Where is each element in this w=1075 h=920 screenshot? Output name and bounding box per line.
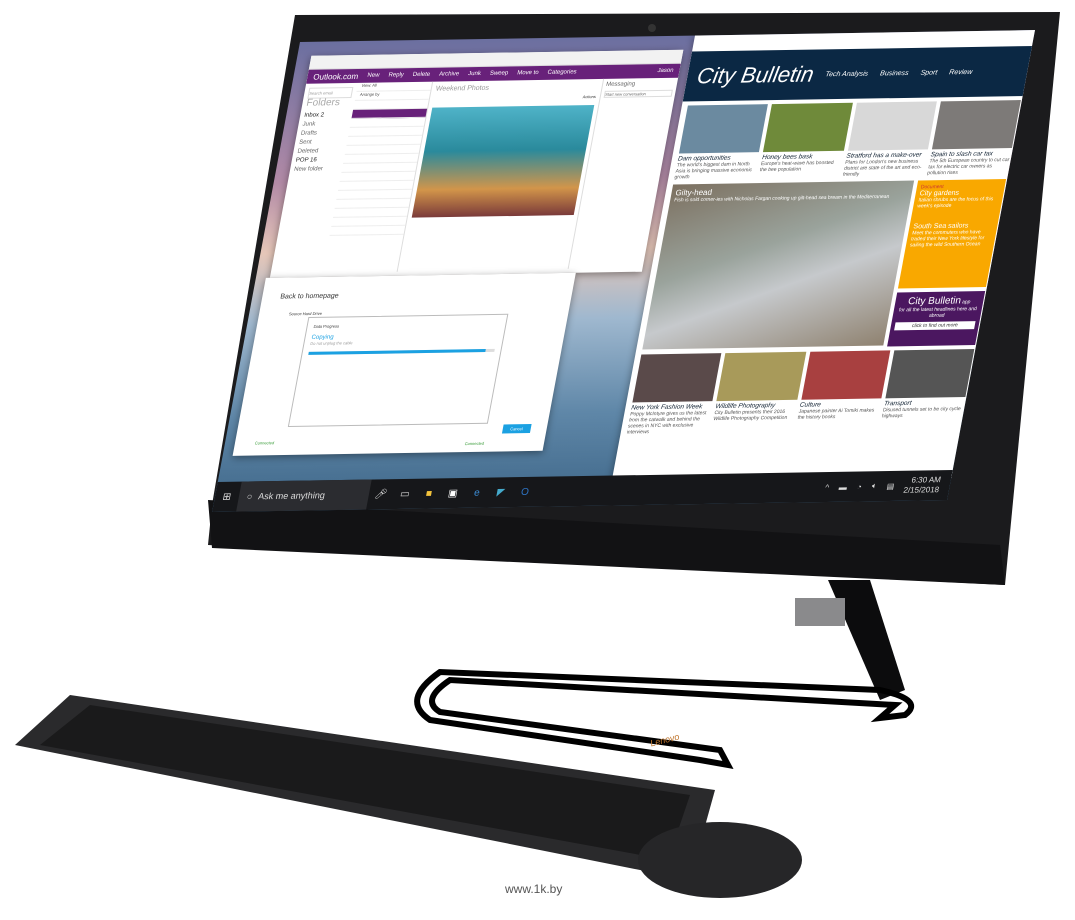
festival-photo (411, 104, 595, 218)
nav-business[interactable]: Business (880, 69, 910, 76)
migration-app-icon[interactable]: ◤ (488, 487, 514, 498)
screen: Outlook.com New Reply Delete Archive Jun… (212, 30, 1036, 512)
story-card[interactable]: Transport Disused tunnels set to be city… (879, 349, 975, 431)
tb-new[interactable]: New (367, 73, 380, 79)
keyboard-keys (40, 705, 690, 860)
cortana-search[interactable]: ○ Ask me anything (236, 479, 372, 512)
story-text: Japanese painter Ai Tomiki makes the his… (796, 407, 875, 421)
app-title: City Bulletin (907, 295, 962, 308)
story-image (716, 351, 806, 402)
tb-delete[interactable]: Delete (412, 72, 430, 78)
story-card[interactable]: Honey bees bask Europe's heat-wave has b… (758, 102, 853, 179)
nav-tech[interactable]: Tech Analysis (825, 70, 869, 78)
folder-new[interactable]: New folder (293, 165, 339, 175)
app-suffix: app (961, 299, 971, 306)
nav-review[interactable]: Review (949, 68, 973, 75)
connected-left: Connected (254, 440, 275, 446)
outlook-icon[interactable]: O (512, 486, 538, 497)
wifi-icon[interactable]: ◔ (856, 482, 863, 491)
cortana-icon: ○ (245, 491, 254, 502)
doc-t1: Italian shrubs are the focus of this wee… (916, 196, 994, 210)
battery-icon[interactable]: ▬ (838, 482, 848, 491)
find-out-more-button[interactable]: click to find out more (894, 321, 976, 331)
connected-right: Connected (464, 440, 485, 447)
story-image (847, 101, 937, 151)
file-explorer-icon[interactable]: ■ (416, 488, 442, 499)
date: 2/15/2018 (902, 485, 940, 495)
story-text: Plans for London's new business district… (842, 158, 922, 178)
outlook-brand: Outlook.com (312, 71, 360, 82)
tb-move[interactable]: Move to (517, 70, 539, 76)
feature-story[interactable]: Gilty-head Fish is sold corner-ies with … (642, 180, 915, 350)
webcam (648, 24, 656, 32)
dialog-title: Data Progress (313, 323, 340, 329)
story-image (763, 102, 853, 153)
cancel-button[interactable]: Cancel (501, 424, 532, 434)
search-text: Ask me anything (257, 490, 326, 502)
notifications-icon[interactable]: ▤ (886, 481, 895, 490)
messaging-title: Messaging (605, 81, 636, 88)
volume-icon[interactable]: 🔈︎ (871, 481, 877, 491)
tb-sweep[interactable]: Sweep (489, 71, 508, 77)
tb-reply[interactable]: Reply (388, 72, 404, 78)
windows-start-icon[interactable]: ⊞ (214, 491, 240, 502)
time: 6:30 AM (910, 475, 942, 485)
story-image (632, 353, 722, 403)
story-card[interactable]: Dam opportunities The world's biggest da… (673, 104, 769, 181)
progress-bar (308, 348, 495, 355)
data-migration-window[interactable]: Back to homepage Source Hard Drive Data … (232, 272, 576, 456)
nav-sport[interactable]: Sport (920, 69, 938, 76)
tb-junk[interactable]: Junk (468, 71, 482, 77)
task-view-icon[interactable]: ▭ (392, 488, 418, 499)
bulletin-header: City Bulletin Tech Analysis Business Spo… (682, 45, 1036, 102)
story-card[interactable]: New York Fashion Week Poppy McIntyre giv… (626, 353, 722, 436)
story-text: Disused tunnels set to be city cycle hig… (881, 406, 962, 420)
app-tile[interactable]: City Bulletin app for all the latest hea… (887, 291, 986, 347)
story-card[interactable]: Culture Japanese painter Ai Tomiki makes… (795, 350, 891, 432)
new-conversation-input[interactable]: Start new conversation (603, 89, 673, 98)
doc-t2: Meet the commuters who have traded their… (909, 229, 985, 249)
source-label: Source Hard Drive (288, 310, 323, 317)
stand-base (414, 668, 914, 770)
mouse (638, 822, 802, 898)
outlook-window[interactable]: Outlook.com New Reply Delete Archive Jun… (269, 49, 684, 278)
story-image (800, 350, 891, 400)
bottom-stories: New York Fashion Week Poppy McIntyre giv… (619, 345, 981, 440)
folders-title: Folders (305, 97, 341, 109)
story-image (678, 104, 769, 154)
actions-menu[interactable]: Actions (433, 94, 596, 102)
story-card[interactable]: Stratford has a make-over Plans for Lond… (842, 101, 937, 178)
story-text: The 5th European country to cut car tax … (926, 157, 1010, 177)
story-text: The world's biggest dam in North Asia is… (673, 161, 753, 181)
story-card[interactable]: Spain to slash car tax The 5th European … (927, 100, 1021, 176)
bulletin-logo: City Bulletin (695, 61, 816, 89)
story-text: Europe's heat-wave has boosted the bee p… (759, 159, 835, 174)
email-subject: Weekend Photos (435, 84, 490, 93)
stand-hinge (795, 598, 845, 626)
app-text: for all the latest headlines here and ab… (898, 306, 978, 319)
watermark: www.1k.by (505, 882, 563, 896)
story-image (931, 100, 1021, 150)
microphone-icon[interactable]: 🎤︎ (368, 489, 394, 500)
story-text: Poppy McIntyre gives us the latest from … (626, 410, 707, 436)
story-card[interactable]: Wildlife Photography City Bulletin prese… (710, 351, 806, 434)
tb-categories[interactable]: Categories (547, 69, 577, 75)
store-icon[interactable]: ▣ (440, 487, 466, 499)
tb-archive[interactable]: Archive (439, 71, 460, 77)
chevron-up-icon[interactable]: ^ (824, 482, 829, 491)
clock[interactable]: 6:30 AM 2/15/2018 (902, 475, 942, 496)
edge-icon[interactable]: e (464, 487, 490, 498)
top-stories: Dam opportunities The world's biggest da… (667, 96, 1028, 185)
user-name[interactable]: Jason (657, 68, 674, 74)
progress-dialog: Data Progress Copying Do not unplug the … (287, 313, 509, 428)
story-text: City Bulletin presents their 2016 Wildli… (712, 408, 788, 423)
story-image (885, 349, 975, 399)
back-to-homepage[interactable]: Back to homepage (280, 293, 340, 301)
